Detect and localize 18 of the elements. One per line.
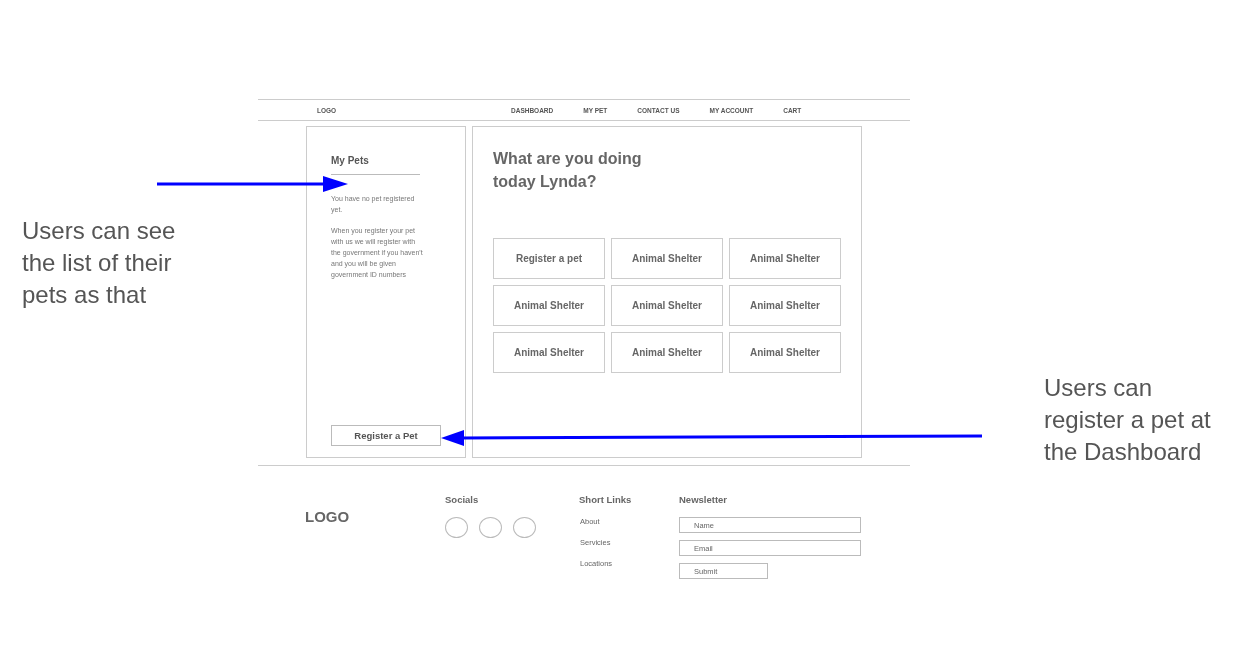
action-tile[interactable]: Register a pet	[493, 238, 605, 279]
sidebar-title: My Pets	[331, 155, 420, 175]
annotation-note: Users can register a pet at the Dashboard	[1044, 373, 1212, 467]
footer-logo: LOGO	[305, 508, 350, 525]
action-tile[interactable]: Animal Shelter	[729, 238, 841, 279]
action-tile[interactable]: Animal Shelter	[493, 285, 605, 326]
action-tile[interactable]: Animal Shelter	[611, 285, 723, 326]
action-tile[interactable]: Animal Shelter	[611, 332, 723, 373]
column-title: Short Links	[579, 494, 632, 505]
annotation-note: Users can see the list of their pets as that	[22, 216, 177, 310]
register-button[interactable]: Register a Pet	[331, 425, 441, 446]
action-tile[interactable]: Animal Shelter	[611, 238, 723, 279]
column-title: Newsletter	[679, 494, 728, 505]
action-tile[interactable]: Animal Shelter	[729, 285, 841, 326]
greeting-heading: What are you doing today Lynda?	[493, 149, 643, 192]
action-tile[interactable]: Animal Shelter	[729, 332, 841, 373]
column-title: Socials	[445, 494, 479, 505]
action-tile[interactable]: Animal Shelter	[493, 332, 605, 373]
